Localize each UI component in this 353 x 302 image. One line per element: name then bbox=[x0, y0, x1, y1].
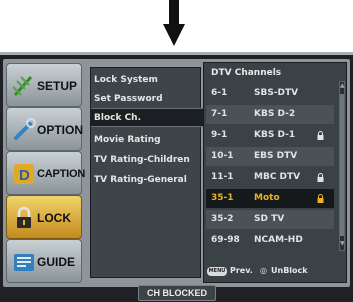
lock-icon bbox=[317, 194, 324, 203]
unblock-hint: UnBlock bbox=[271, 266, 308, 275]
scroll-down-icon[interactable]: ▼ bbox=[340, 240, 345, 250]
tab-setup-label: SETUP bbox=[37, 79, 78, 93]
channel-name: KBS D-1 bbox=[254, 130, 296, 140]
tab-guide-label: GUIDE bbox=[37, 255, 76, 269]
channel-number: 7-1 bbox=[211, 109, 228, 119]
channel-row[interactable]: 9-1 KBS D-1 bbox=[206, 126, 334, 145]
status-badge: CH BLOCKED bbox=[138, 285, 216, 301]
channel-number: 9-1 bbox=[211, 130, 228, 140]
channel-row[interactable]: 7-1 KBS D-2 bbox=[206, 105, 334, 124]
channel-row[interactable]: 69-98 NCAM-HD bbox=[206, 231, 334, 250]
channel-number: 35-2 bbox=[211, 214, 234, 224]
tab-caption[interactable]: D CAPTION bbox=[6, 151, 86, 195]
channel-number: 69-98 bbox=[211, 235, 240, 245]
channel-name: EBS DTV bbox=[254, 151, 298, 161]
menu-item-movie-rating[interactable]: Movie Rating bbox=[91, 130, 200, 149]
guide-icon bbox=[14, 254, 34, 271]
channel-number: 35-1 bbox=[211, 193, 234, 203]
menu-item-tv-rating-general[interactable]: TV Rating-General bbox=[91, 170, 200, 189]
lock-icon bbox=[317, 173, 324, 182]
padlock-icon bbox=[17, 206, 31, 228]
antenna-icon bbox=[12, 76, 33, 96]
channel-scrollbar[interactable]: ▲ ▼ bbox=[339, 81, 345, 251]
lock-icon bbox=[317, 131, 324, 140]
tab-guide[interactable]: GUIDE bbox=[6, 239, 82, 283]
channel-row[interactable]: 10-1 EBS DTV bbox=[206, 147, 334, 166]
menu-item-tv-rating-children[interactable]: TV Rating-Children bbox=[91, 150, 200, 169]
tab-option[interactable]: OPTION bbox=[6, 107, 84, 151]
tab-lock[interactable]: LOCK bbox=[6, 195, 82, 239]
channel-row[interactable]: 35-2 SD TV bbox=[206, 210, 334, 229]
channel-name: MBC DTV bbox=[254, 172, 301, 182]
caption-icon: D bbox=[14, 164, 34, 184]
menu-item-lock-system[interactable]: Lock System bbox=[91, 70, 200, 89]
menu-item-block-channel[interactable]: Block Ch. bbox=[91, 108, 205, 127]
top-divider bbox=[0, 52, 353, 55]
tab-lock-label: LOCK bbox=[37, 211, 71, 225]
down-arrow-icon bbox=[163, 0, 185, 46]
channel-list-panel: DTV Channels 6-1 SBS-DTV 7-1 KBS D-2 9-1… bbox=[203, 62, 347, 283]
prev-hint: Prev. bbox=[230, 266, 253, 275]
channel-name: SBS-DTV bbox=[254, 88, 299, 98]
scroll-thumb[interactable] bbox=[340, 94, 344, 236]
channel-row[interactable]: 6-1 SBS-DTV bbox=[206, 84, 334, 103]
channel-number: 10-1 bbox=[211, 151, 234, 161]
help-bar: MENU Prev. ◎ UnBlock bbox=[204, 262, 346, 281]
tab-option-label: OPTION bbox=[37, 123, 84, 137]
scroll-up-icon[interactable]: ▲ bbox=[340, 82, 345, 92]
channel-list-title: DTV Channels bbox=[211, 68, 282, 78]
channel-number: 6-1 bbox=[211, 88, 228, 98]
channel-name: NCAM-HD bbox=[254, 235, 303, 245]
channel-row-selected[interactable]: 35-1 Moto bbox=[206, 189, 334, 208]
svg-text:D: D bbox=[19, 167, 30, 184]
menu-item-set-password[interactable]: Set Password bbox=[91, 89, 200, 108]
channel-row[interactable]: 11-1 MBC DTV bbox=[206, 168, 334, 187]
lock-menu: Lock System Set Password Block Ch. Movie… bbox=[90, 67, 205, 278]
menu-key-icon: MENU bbox=[207, 267, 227, 276]
channel-name: KBS D-2 bbox=[254, 109, 296, 119]
wrench-icon bbox=[14, 118, 36, 140]
tab-setup[interactable]: SETUP bbox=[6, 63, 82, 107]
ok-button-icon: ◎ bbox=[260, 266, 267, 275]
channel-name: SD TV bbox=[254, 214, 285, 224]
tab-caption-label: CAPTION bbox=[37, 168, 86, 180]
channel-number: 11-1 bbox=[211, 172, 234, 182]
channel-name: Moto bbox=[254, 193, 280, 203]
